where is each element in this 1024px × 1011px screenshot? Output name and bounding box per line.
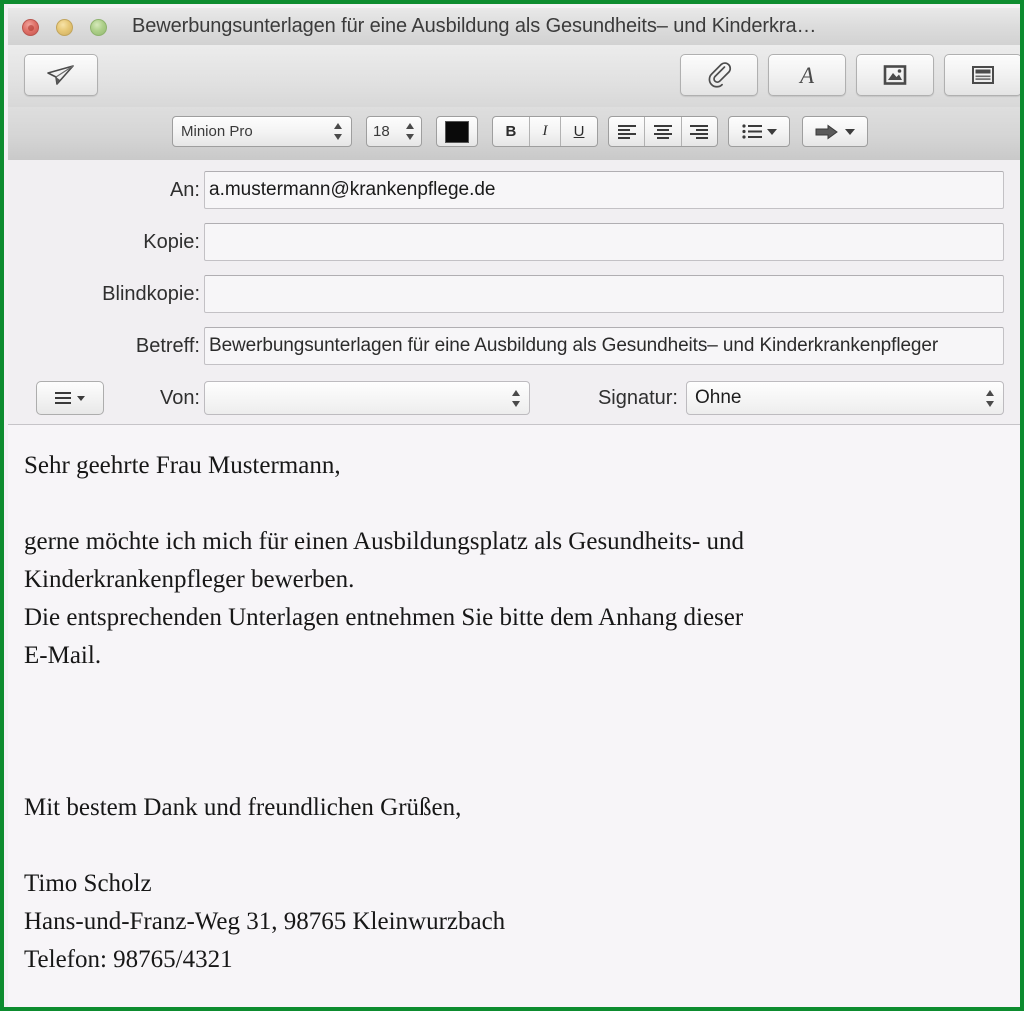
send-button[interactable]: [24, 54, 98, 96]
signature-value: Ohne: [695, 387, 742, 408]
arrow-right-icon: [815, 124, 838, 139]
message-body-editor[interactable]: Sehr geehrte Frau Mustermann, gerne möch…: [8, 425, 1020, 1007]
from-select[interactable]: [204, 381, 530, 415]
subject-label: Betreff:: [135, 335, 200, 357]
body-line-intro-1: gerne möchte ich mich für einen Ausbildu…: [24, 528, 744, 555]
signature-label: Signatur:: [597, 387, 678, 409]
stepper-icon: [406, 122, 415, 141]
underline-button[interactable]: U: [561, 117, 597, 146]
body-line-signature-name: Timo Scholz: [24, 870, 152, 897]
format-toolbar: Minion Pro 18 B I U: [8, 107, 1020, 161]
stepper-icon: [986, 389, 995, 408]
italic-button[interactable]: I: [530, 117, 562, 146]
body-blank-line: [24, 751, 1006, 789]
cc-row: Kopie:: [8, 223, 1020, 261]
font-family-value: Minion Pro: [181, 123, 253, 140]
body-line-attachment-2: E-Mail.: [24, 642, 102, 669]
align-right-button[interactable]: [682, 117, 717, 146]
window-title: Bewerbungsunterlagen für eine Ausbildung…: [132, 15, 817, 37]
mail-compose-window: Bewerbungsunterlagen für eine Ausbildung…: [8, 8, 1020, 1007]
photo-browser-button[interactable]: [856, 54, 934, 96]
stepper-icon: [334, 122, 343, 141]
chevron-down-icon: [767, 128, 777, 135]
cc-input[interactable]: [204, 223, 1004, 261]
text-color-button[interactable]: [436, 116, 478, 147]
bcc-label: Blindkopie:: [102, 283, 200, 305]
attach-button[interactable]: [680, 54, 758, 96]
close-icon: [27, 24, 34, 31]
header-fields-menu-button[interactable]: [36, 381, 104, 415]
font-size-select[interactable]: 18: [366, 116, 422, 147]
subject-row: Betreff: Bewerbungsunterlagen für eine A…: [8, 327, 1020, 365]
body-line-salutation: Sehr geehrte Frau Mustermann,: [24, 452, 341, 479]
photo-icon: [882, 62, 908, 88]
font-family-select[interactable]: Minion Pro: [172, 116, 352, 147]
from-row: Von: Signatur: Ohne: [8, 379, 1020, 417]
to-input[interactable]: a.mustermann@krankenpflege.de: [204, 171, 1004, 209]
body-line-signature-address: Hans-und-Franz-Weg 31, 98765 Kleinwurzba…: [24, 908, 506, 935]
window-toolbar: A: [8, 45, 1020, 108]
align-right-icon: [690, 124, 709, 139]
body-line-attachment-1: Die entsprechenden Unterlagen entnehmen …: [24, 604, 744, 631]
bcc-row: Blindkopie:: [8, 275, 1020, 313]
color-swatch-icon: [445, 120, 469, 143]
close-button[interactable]: [22, 19, 39, 36]
font-a-icon: A: [794, 62, 820, 88]
stationery-button[interactable]: [944, 54, 1020, 96]
to-row: An: a.mustermann@krankenpflege.de: [8, 171, 1020, 209]
paperclip-icon: [706, 62, 732, 88]
align-left-button[interactable]: [609, 117, 646, 146]
send-icon: [46, 63, 76, 87]
cc-label: Kopie:: [143, 231, 200, 253]
text-style-group: B I U: [492, 116, 598, 147]
body-blank-line: [24, 675, 1006, 713]
window-titlebar: Bewerbungsunterlagen für eine Ausbildung…: [8, 8, 1020, 46]
stepper-icon: [512, 389, 521, 408]
compose-header-fields: An: a.mustermann@krankenpflege.de Kopie:…: [8, 160, 1020, 425]
body-line-intro-2: Kinderkrankenpfleger bewerben.: [24, 566, 355, 593]
chevron-down-icon: [845, 128, 855, 135]
to-label: An:: [169, 179, 200, 201]
bcc-input[interactable]: [204, 275, 1004, 313]
body-blank-line: [24, 713, 1006, 751]
alignment-group: [608, 116, 718, 147]
hamburger-icon: [55, 389, 71, 407]
minimize-button[interactable]: [56, 19, 73, 36]
list-style-menu[interactable]: [728, 116, 790, 147]
align-center-button[interactable]: [645, 117, 682, 146]
svg-text:A: A: [798, 63, 815, 88]
bulleted-list-icon: [742, 124, 762, 139]
body-line-closing: Mit bestem Dank und freundlichen Grüßen,: [24, 794, 462, 821]
font-size-value: 18: [373, 123, 390, 140]
body-blank-line: [24, 827, 1006, 865]
bold-button[interactable]: B: [493, 117, 530, 146]
align-center-icon: [653, 124, 672, 139]
green-image-border: Bewerbungsunterlagen für eine Ausbildung…: [0, 0, 1024, 1011]
indent-menu[interactable]: [802, 116, 868, 147]
from-label: Von:: [159, 387, 200, 409]
chevron-down-icon: [77, 395, 85, 401]
fonts-button[interactable]: A: [768, 54, 846, 96]
align-left-icon: [617, 124, 636, 139]
signature-select[interactable]: Ohne: [686, 381, 1004, 415]
body-line-signature-phone: Telefon: 98765/4321: [24, 946, 233, 973]
stationery-icon: [970, 62, 996, 88]
body-blank-line: [24, 485, 1006, 523]
subject-input[interactable]: Bewerbungsunterlagen für eine Ausbildung…: [204, 327, 1004, 365]
zoom-button[interactable]: [90, 19, 107, 36]
